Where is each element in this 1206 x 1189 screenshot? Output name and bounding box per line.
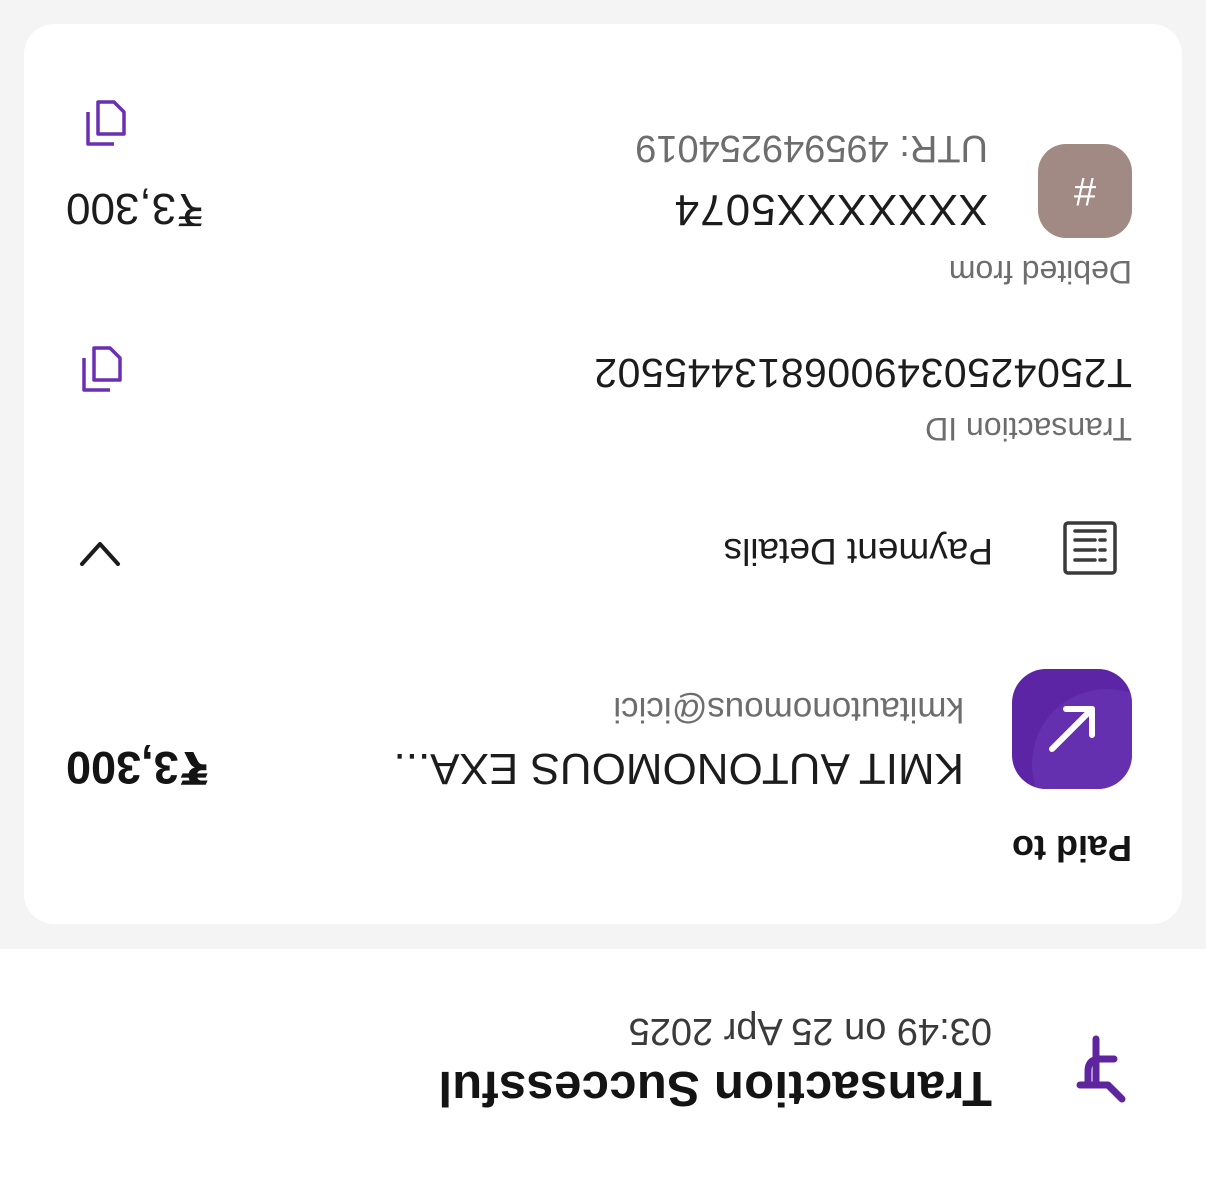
payee-avatar: [1012, 669, 1132, 789]
utr-number: UTR: 495949254019: [635, 127, 988, 169]
copy-icon[interactable]: [84, 98, 128, 148]
debited-from-label: Debited from: [948, 254, 1132, 290]
copy-icon[interactable]: [80, 344, 124, 394]
bank-avatar: #: [1038, 144, 1132, 238]
payee-upi-id: kmitautonomous@icici: [613, 690, 964, 729]
debited-amount: ₹3,300: [66, 184, 205, 233]
transaction-id-label: Transaction ID: [925, 411, 1132, 447]
payment-details-label: Payment Details: [723, 531, 993, 572]
arrow-down-left-icon: [1049, 706, 1095, 752]
chevron-up-icon[interactable]: [78, 538, 122, 568]
payee-name: KMIT AUTONOMOUS EXA...: [393, 744, 964, 793]
rotated-screen: Transaction Successful 03:49 on 25 Apr 2…: [0, 0, 1206, 1189]
paid-amount: ₹3,300: [66, 742, 210, 793]
phonepe-logo-icon: [1076, 1035, 1126, 1103]
status-timestamp: 03:49 on 25 Apr 2025: [628, 1010, 992, 1052]
payment-card: Paid to KMIT AUTONOMOUS EXA... kmitauton…: [24, 24, 1182, 924]
receipt-icon: [1063, 521, 1117, 575]
paid-to-label: Paid to: [1011, 828, 1132, 869]
debited-account-number: XXXXXXX5074: [673, 185, 988, 234]
transaction-status-header: Transaction Successful 03:49 on 25 Apr 2…: [0, 949, 1206, 1189]
transaction-id-value: T2504250349006813445502: [593, 350, 1132, 396]
status-title: Transaction Successful: [438, 1061, 992, 1115]
